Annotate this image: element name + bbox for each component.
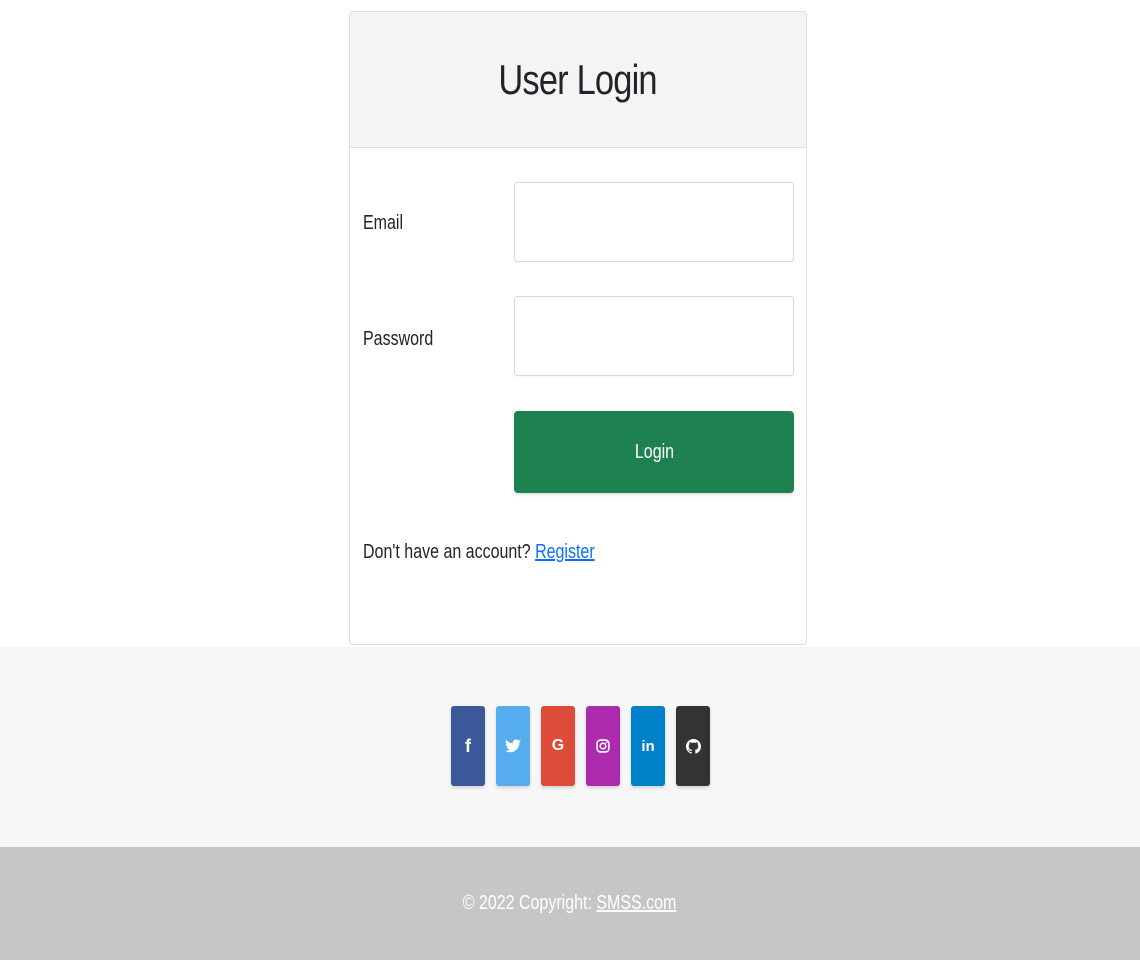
login-button[interactable]: Login <box>514 411 794 493</box>
twitter-button[interactable] <box>496 706 530 786</box>
register-prompt-text: Don't have an account? <box>363 541 531 563</box>
copyright-prefix: © 2022 Copyright: <box>463 892 593 914</box>
instagram-button[interactable] <box>586 706 620 786</box>
facebook-icon: f <box>465 735 471 756</box>
password-label: Password <box>363 328 434 350</box>
social-links-section: f G in <box>0 647 1140 847</box>
github-button[interactable] <box>676 706 710 786</box>
copyright-link[interactable]: SMSS.com <box>597 892 677 914</box>
social-buttons-row: f G in <box>451 706 710 786</box>
login-button-label: Login <box>634 440 674 463</box>
twitter-icon <box>505 739 521 753</box>
login-form: Email Password Login Don't have an accou… <box>350 148 806 644</box>
login-card-header: User Login <box>350 12 806 148</box>
linkedin-icon: in <box>641 737 655 755</box>
email-label: Email <box>363 212 404 234</box>
password-field[interactable] <box>514 296 794 376</box>
register-prompt-row: Don't have an account? Register <box>363 541 595 564</box>
login-page: User Login Email Password Login Don't ha… <box>0 0 1140 960</box>
linkedin-button[interactable]: in <box>631 706 665 786</box>
google-button[interactable]: G <box>541 706 575 786</box>
register-link[interactable]: Register <box>535 541 595 563</box>
login-card: User Login Email Password Login Don't ha… <box>349 11 807 645</box>
page-title: User Login <box>498 55 658 103</box>
google-icon: G <box>551 737 565 754</box>
instagram-icon <box>596 739 610 753</box>
footer: © 2022 Copyright: SMSS.com <box>0 847 1140 960</box>
copyright-text: © 2022 Copyright: SMSS.com <box>463 892 677 915</box>
github-icon <box>685 738 701 754</box>
email-field[interactable] <box>514 182 794 262</box>
facebook-button[interactable]: f <box>451 706 485 786</box>
